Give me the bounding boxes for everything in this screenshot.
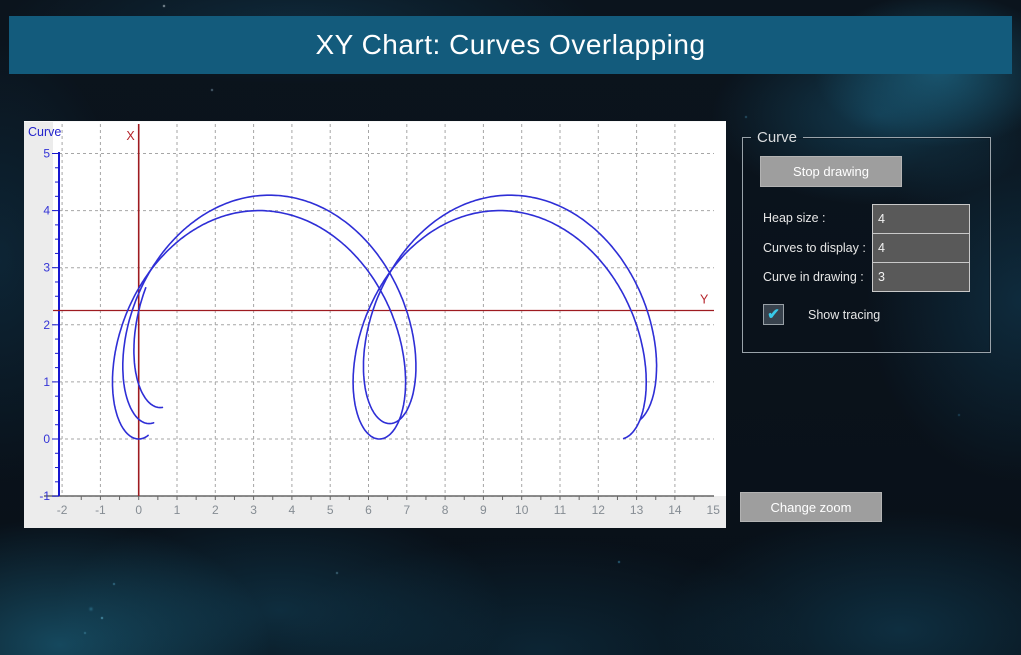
page-title: XY Chart: Curves Overlapping <box>315 29 705 61</box>
svg-text:4: 4 <box>289 503 296 517</box>
background-star-dots <box>0 0 2 2</box>
chart-title-bar: XY Chart: Curves Overlapping <box>9 16 1012 74</box>
show-tracing-label: Show tracing <box>808 308 880 322</box>
svg-text:8: 8 <box>442 503 449 517</box>
svg-text:12: 12 <box>592 503 606 517</box>
heap-size-label: Heap size : <box>763 210 826 226</box>
curves-to-display-input[interactable] <box>872 233 970 263</box>
svg-text:9: 9 <box>480 503 487 517</box>
svg-text:Y: Y <box>700 293 709 307</box>
svg-text:10: 10 <box>515 503 529 517</box>
curve-axis-title: Curve <box>28 125 61 139</box>
svg-text:5: 5 <box>43 147 50 161</box>
x-axis: -2-10123456789101112131415 <box>44 496 720 517</box>
xy-chart-panel: -2-10123456789101112131415-1012345CurveX… <box>24 121 726 528</box>
application-window: XY Chart: Curves Overlapping -2-10123456… <box>0 0 1021 655</box>
svg-text:-2: -2 <box>57 503 68 517</box>
curve-in-drawing-label: Curve in drawing : <box>763 269 864 285</box>
svg-text:3: 3 <box>43 261 50 275</box>
check-icon: ✔ <box>767 307 780 322</box>
svg-text:6: 6 <box>365 503 372 517</box>
curves-to-display-label: Curves to display : <box>763 240 866 256</box>
svg-text:X: X <box>126 129 135 143</box>
curve-in-drawing-input[interactable] <box>872 262 970 292</box>
curve-groupbox-legend: Curve <box>751 129 803 146</box>
stop-drawing-button[interactable]: Stop drawing <box>760 156 902 187</box>
svg-text:0: 0 <box>43 432 50 446</box>
svg-text:3: 3 <box>250 503 257 517</box>
svg-text:15: 15 <box>707 503 721 517</box>
change-zoom-button[interactable]: Change zoom <box>740 492 882 522</box>
svg-text:5: 5 <box>327 503 334 517</box>
svg-text:2: 2 <box>212 503 219 517</box>
svg-text:0: 0 <box>135 503 142 517</box>
show-tracing-checkbox[interactable]: ✔ <box>763 304 784 325</box>
svg-text:Curve: Curve <box>28 125 61 139</box>
svg-text:-1: -1 <box>95 503 106 517</box>
svg-text:11: 11 <box>554 503 567 517</box>
heap-size-input[interactable] <box>872 204 970 234</box>
svg-text:2: 2 <box>43 318 50 332</box>
svg-text:7: 7 <box>403 503 410 517</box>
svg-text:1: 1 <box>174 503 181 517</box>
svg-text:4: 4 <box>43 204 50 218</box>
xy-chart: -2-10123456789101112131415-1012345CurveX… <box>24 122 726 528</box>
svg-text:-1: -1 <box>39 489 50 503</box>
svg-text:13: 13 <box>630 503 644 517</box>
svg-text:14: 14 <box>668 503 682 517</box>
svg-text:1: 1 <box>43 375 50 389</box>
